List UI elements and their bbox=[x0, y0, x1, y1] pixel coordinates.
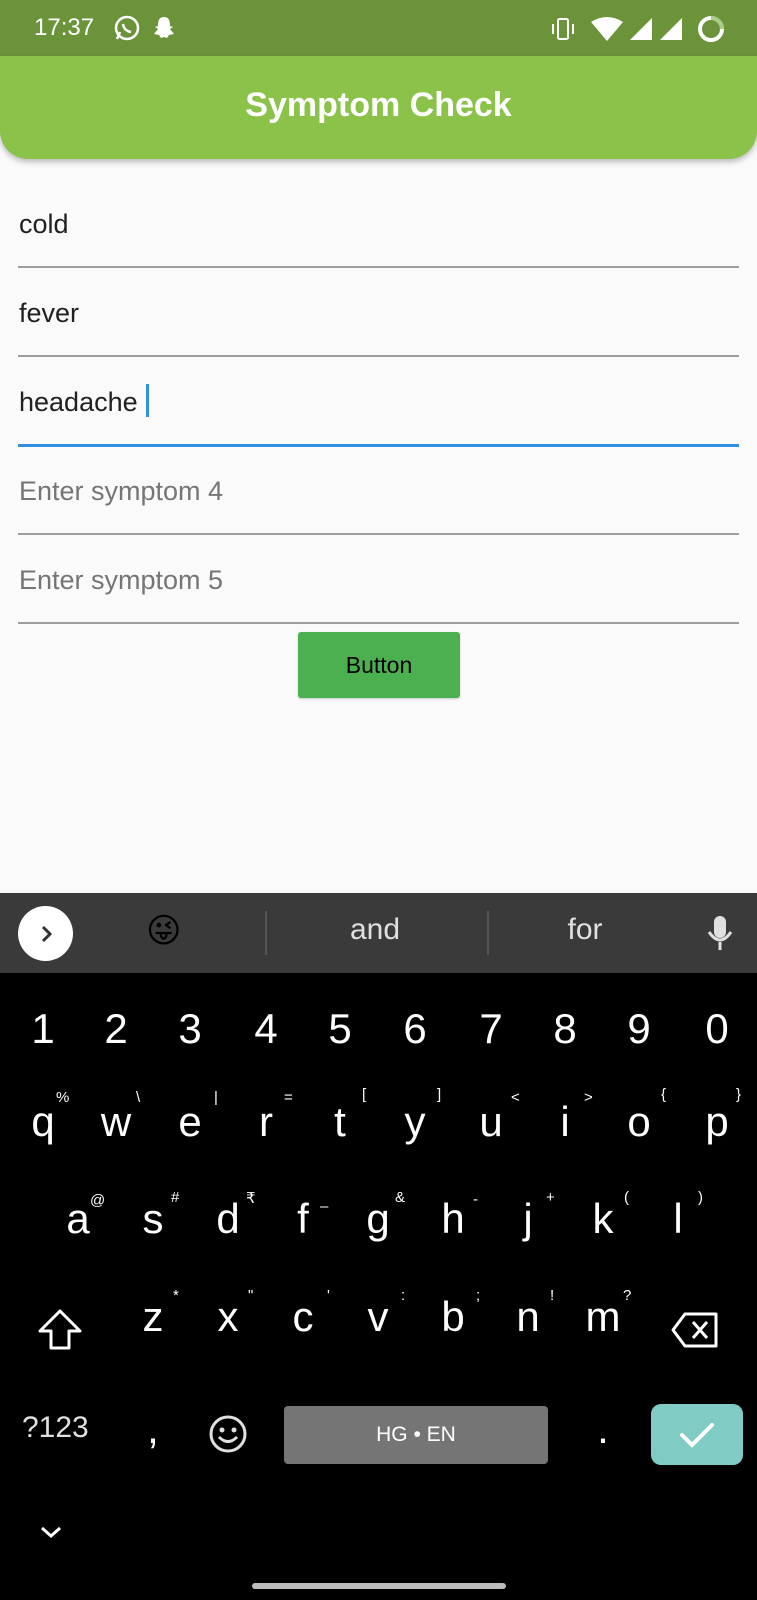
page-title: Symptom Check bbox=[245, 86, 512, 124]
checkmark-icon bbox=[680, 1422, 714, 1448]
key-6[interactable]: 6 bbox=[385, 1005, 445, 1053]
hint-r: = bbox=[284, 1089, 293, 1106]
hint-n: ! bbox=[550, 1287, 555, 1304]
hint-a: @ bbox=[90, 1192, 106, 1209]
key-p[interactable]: p bbox=[687, 1098, 747, 1146]
hide-keyboard-chevron-icon[interactable] bbox=[39, 1524, 63, 1540]
key-0[interactable]: 0 bbox=[687, 1005, 747, 1053]
hint-c: ' bbox=[327, 1287, 330, 1304]
whatsapp-icon bbox=[114, 15, 140, 41]
shift-icon[interactable] bbox=[37, 1308, 83, 1352]
symptom-field-3-value: headache bbox=[19, 387, 138, 417]
vibrate-icon bbox=[552, 18, 574, 40]
hint-w: \ bbox=[136, 1089, 141, 1106]
hint-l: ) bbox=[698, 1189, 703, 1206]
hint-g: & bbox=[395, 1189, 406, 1206]
hint-x: " bbox=[248, 1287, 254, 1304]
signal-icon-2 bbox=[660, 18, 682, 40]
backspace-icon[interactable] bbox=[671, 1311, 719, 1349]
hint-p: } bbox=[736, 1086, 742, 1103]
key-c[interactable]: c bbox=[273, 1293, 333, 1341]
suggestion-bar: 😜 and for bbox=[0, 893, 757, 973]
key-v[interactable]: v bbox=[348, 1293, 408, 1341]
submit-button[interactable]: Button bbox=[298, 632, 460, 698]
microphone-icon[interactable] bbox=[706, 914, 734, 954]
key-9[interactable]: 9 bbox=[609, 1005, 669, 1053]
hint-s: # bbox=[171, 1189, 180, 1206]
key-5[interactable]: 5 bbox=[310, 1005, 370, 1053]
key-1[interactable]: 1 bbox=[13, 1005, 73, 1053]
key-2[interactable]: 2 bbox=[86, 1005, 146, 1053]
symptom-field-5-placeholder: Enter symptom 5 bbox=[19, 565, 224, 595]
symptom-field-4-placeholder: Enter symptom 4 bbox=[19, 476, 224, 506]
hint-m: ? bbox=[623, 1287, 632, 1304]
chevron-right-icon bbox=[41, 925, 52, 942]
hint-u: < bbox=[511, 1089, 520, 1106]
navigation-handle[interactable] bbox=[252, 1583, 506, 1589]
hint-h: - bbox=[473, 1191, 478, 1208]
hint-j: + bbox=[546, 1189, 555, 1206]
app-bar: Symptom Check bbox=[0, 56, 757, 159]
suggestion-divider bbox=[265, 911, 267, 955]
hint-v: : bbox=[401, 1287, 406, 1304]
emoji-suggestion[interactable]: 😜 bbox=[146, 911, 181, 951]
hint-y: ] bbox=[437, 1086, 442, 1103]
hint-b: ; bbox=[476, 1287, 481, 1304]
key-4[interactable]: 4 bbox=[236, 1005, 296, 1053]
key-3[interactable]: 3 bbox=[160, 1005, 220, 1053]
symptom-field-2-value: fever bbox=[19, 298, 80, 328]
emoji-key-icon[interactable] bbox=[208, 1414, 248, 1454]
enter-key[interactable] bbox=[651, 1404, 743, 1465]
expand-toolbar-button[interactable] bbox=[18, 906, 73, 961]
hint-z: * bbox=[173, 1287, 179, 1304]
hint-f: – bbox=[320, 1198, 329, 1215]
comma-key[interactable]: , bbox=[123, 1405, 183, 1453]
text-cursor bbox=[145, 384, 149, 417]
suggestion-2[interactable]: for bbox=[520, 913, 650, 947]
symbols-key[interactable]: ?123 bbox=[22, 1411, 89, 1445]
key-e[interactable]: e bbox=[160, 1098, 220, 1146]
key-n[interactable]: n bbox=[498, 1293, 558, 1341]
symptom-field-1-value: cold bbox=[19, 209, 69, 239]
symptom-field-3[interactable]: headache bbox=[18, 372, 739, 447]
key-y[interactable]: y bbox=[385, 1098, 445, 1146]
suggestion-divider bbox=[487, 911, 489, 955]
hint-k: ( bbox=[624, 1189, 629, 1206]
key-7[interactable]: 7 bbox=[461, 1005, 521, 1053]
status-bar: 17:37 bbox=[0, 0, 757, 56]
battery-icon bbox=[698, 16, 724, 42]
hint-e: | bbox=[214, 1089, 218, 1106]
space-bar[interactable]: HG • EN bbox=[284, 1406, 548, 1464]
keyboard: 😜 and for 1 2 3 4 5 6 7 8 9 0 q w e r t … bbox=[0, 893, 757, 1600]
hint-i: > bbox=[584, 1089, 593, 1106]
hint-t: [ bbox=[362, 1086, 367, 1103]
key-8[interactable]: 8 bbox=[535, 1005, 595, 1053]
key-o[interactable]: o bbox=[609, 1098, 669, 1146]
hint-q: % bbox=[56, 1089, 70, 1106]
symptom-field-2[interactable]: fever bbox=[18, 283, 739, 357]
period-key[interactable]: . bbox=[573, 1405, 633, 1453]
symptom-field-5[interactable]: Enter symptom 5 bbox=[18, 550, 739, 624]
signal-icon-1 bbox=[630, 18, 652, 40]
key-t[interactable]: t bbox=[310, 1098, 370, 1146]
hint-d: ₹ bbox=[246, 1190, 256, 1207]
status-time: 17:37 bbox=[34, 14, 95, 41]
suggestion-1[interactable]: and bbox=[310, 913, 440, 947]
wifi-icon bbox=[591, 17, 623, 41]
symptom-field-4[interactable]: Enter symptom 4 bbox=[18, 461, 739, 535]
snapchat-icon bbox=[154, 17, 174, 38]
key-b[interactable]: b bbox=[423, 1293, 483, 1341]
symptom-field-1[interactable]: cold bbox=[18, 194, 739, 268]
hint-o: { bbox=[661, 1086, 667, 1103]
